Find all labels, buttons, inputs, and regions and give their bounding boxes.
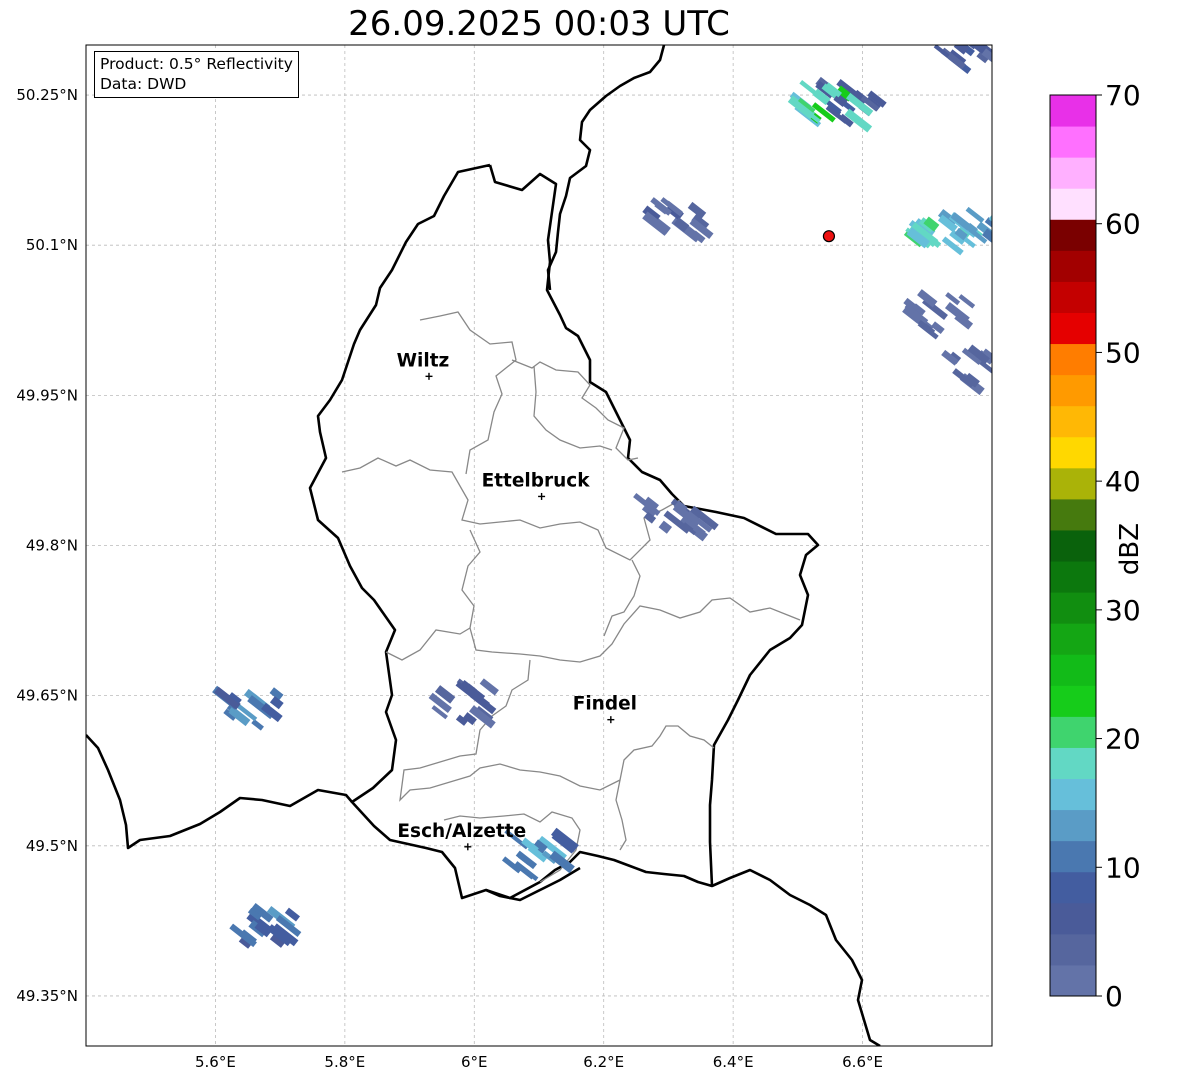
colorbar-segment [1050,188,1096,220]
canton-line-2 [419,311,517,475]
echo-cell [479,678,499,696]
france-border-south [485,866,581,902]
german-border-north [546,45,666,291]
colorbar-segment [1050,529,1096,562]
echo-cell [1000,368,1015,382]
lon-tick-label: 5.6°E [195,1053,236,1071]
radar-echoes [212,27,1020,949]
lon-tick-label: 6°E [461,1053,488,1071]
colorbar-segment [1050,654,1096,686]
echo-cell [251,719,264,731]
lon-tick-label: 6.6°E [842,1053,883,1071]
echo-cell [952,27,970,42]
colorbar-tick-label: 30 [1105,594,1141,627]
colorbar-segment [1050,343,1096,376]
colorbar-tick-label: 60 [1105,208,1141,241]
canton-line-6 [385,627,471,661]
colorbar-segment [1050,871,1096,904]
echo-cell [927,29,942,42]
colorbar-tick-label: 0 [1105,980,1123,1013]
colorbar-segment [1050,685,1096,717]
lat-tick-label: 49.95°N [16,386,78,404]
france-belgium-border [86,734,353,850]
lon-tick-label: 6.2°E [583,1053,624,1071]
echo-cell [658,520,673,534]
german-border-south [711,868,881,1046]
echo-cell [992,352,1020,376]
canton-line-5 [461,529,801,663]
canton-borders [341,311,801,883]
product-info-box: Product: 0.5° Reflectivity Data: DWD [94,51,299,98]
colorbar-segment [1050,747,1096,780]
luxembourg-border [308,163,820,900]
radar-map: 5.6°E 5.8°E 6°E 6.2°E 6.4°E 6.6°E 50.25°N 50.1°… [16,27,1141,1071]
lat-tick-label: 50.25°N [16,86,78,104]
colorbar-tick-label: 50 [1105,336,1141,369]
city-label: Wiltz [397,350,450,371]
lat-tick-label: 49.8°N [26,537,78,555]
echo-cell [993,369,1020,392]
colorbar-segment [1050,778,1096,811]
echo-cell [269,696,284,710]
lat-tick-label: 49.5°N [26,837,78,855]
city-label: Ettelbruck [482,470,591,491]
colorbar-segment [1050,219,1096,251]
lon-tick-label: 6.4°E [713,1053,754,1071]
data-source-label: Data: DWD [100,75,187,93]
colorbar-segment [1050,281,1096,313]
city-label: Findel [573,694,637,715]
echo-cell [965,206,985,224]
colorbar-segment [1050,623,1096,655]
colorbar-tick-label: 40 [1105,465,1141,498]
canton-line-3 [511,359,639,461]
city-label: Esch/Alzette [397,821,526,842]
canton-line-8 [399,659,715,802]
colorbar-segment [1050,840,1096,873]
colorbar-segment [1050,436,1096,469]
lat-tick-label: 49.65°N [16,687,78,705]
canton-line-7 [603,559,641,637]
colorbar-segment [1050,374,1096,407]
colorbar-segment [1050,592,1096,624]
echo-cell [958,294,976,309]
lat-tick-label: 49.35°N [16,987,78,1005]
colorbar-tick-label: 20 [1105,723,1141,756]
colorbar-segment [1050,809,1096,842]
colorbar-label: dBZ [1115,522,1145,576]
colorbar-segment [1050,405,1096,438]
echo-cell [1003,349,1014,360]
colorbar-tick-label: 10 [1105,851,1141,884]
colorbar-segment [1050,561,1096,593]
map-axes: 5.6°E 5.8°E 6°E 6.2°E 6.4°E 6.6°E 50.25°N 50.1°… [16,86,883,1071]
colorbar-segment [1050,716,1096,748]
colorbar-segment [1050,250,1096,282]
colorbar-segment [1050,312,1096,345]
colorbar-segment [1050,902,1096,935]
echo-cell [945,292,961,306]
colorbar-tick-label: 70 [1105,79,1141,112]
radar-site-marker [822,230,836,243]
echo-cell [981,228,992,250]
lon-tick-label: 5.8°E [324,1053,365,1071]
echo-cell [941,45,971,48]
colorbar-segment [1050,157,1096,189]
colorbar-segment [1050,95,1096,127]
colorbar-segment [1050,467,1096,500]
colorbar-segment [1050,498,1096,531]
canton-line-4 [533,365,613,451]
map-gridlines [86,45,992,1046]
lat-tick-label: 50.1°N [26,236,78,254]
city-markers: Wiltz Ettelbruck Findel Esch/Alzette [397,350,637,851]
canton-line-9 [615,779,627,851]
colorbar-segment [1050,964,1096,997]
colorbar-segment [1050,126,1096,158]
product-label: Product: 0.5° Reflectivity [100,55,293,73]
colorbar-segment [1050,933,1096,966]
